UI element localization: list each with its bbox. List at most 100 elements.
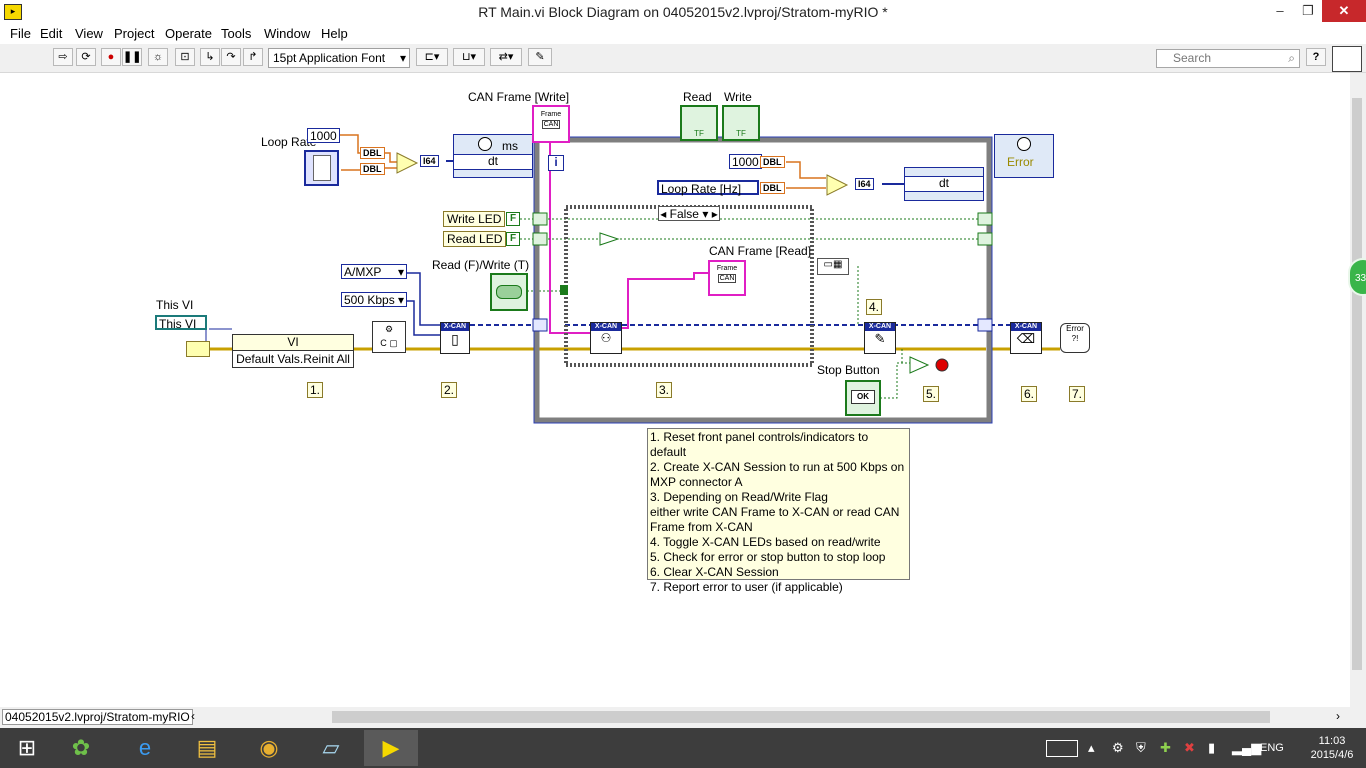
project-path: 04052015v2.lvproj/Stratom-myRIO	[2, 709, 193, 725]
step-over-icon[interactable]: ↷	[221, 48, 241, 66]
notepad-icon[interactable]: ▱	[304, 730, 358, 766]
read-led-property[interactable]: Read LED	[443, 231, 507, 247]
shift-register-right	[977, 212, 993, 226]
read-write-control[interactable]	[490, 273, 528, 311]
error-timer[interactable]: Error	[994, 134, 1054, 178]
menu-operate[interactable]: Operate	[165, 26, 212, 41]
close-button[interactable]: ✕	[1322, 0, 1366, 22]
loop-rate-hz-terminal[interactable]: Loop Rate [Hz]	[657, 180, 759, 196]
signal-icon[interactable]: ▂▄▆	[1232, 740, 1261, 756]
internet-explorer-icon[interactable]: e	[118, 730, 172, 766]
step-3: 3.	[656, 382, 672, 398]
network-error-icon[interactable]: ✖	[1184, 740, 1195, 756]
horizontal-scroll-thumb[interactable]	[332, 711, 1270, 723]
error-cluster-constant[interactable]: ⚙ C ▢	[372, 321, 406, 353]
menu-project[interactable]: Project	[114, 26, 154, 41]
bundle-node[interactable]: ▭▦	[817, 258, 849, 275]
vi-server-reference-icon[interactable]	[186, 341, 210, 357]
chrome-icon[interactable]: ◉	[242, 730, 296, 766]
stop-terminal-icon	[935, 358, 949, 372]
loop-rate-control[interactable]	[304, 150, 339, 186]
clock-icon	[1017, 137, 1031, 151]
run-arrow-icon[interactable]: ⇨	[53, 48, 73, 66]
can-frame-write-control[interactable]: Frame CAN	[532, 105, 570, 143]
rate-constant-1000[interactable]: 1000	[729, 154, 762, 169]
show-hidden-icons[interactable]: ▴	[1088, 740, 1095, 756]
block-diagram[interactable]: Loop Rate CAN Frame [Write] Read Write T…	[0, 73, 1350, 707]
vertical-scroll-thumb[interactable]	[1352, 98, 1362, 670]
dbl-conversion-c: DBL	[760, 156, 785, 168]
tray-app-icon[interactable]: ⚙	[1112, 740, 1124, 756]
keyboard-icon[interactable]	[1046, 740, 1078, 757]
toggle-icon	[496, 285, 522, 299]
case-selector[interactable]: ◂ False ▾ ▸	[658, 206, 720, 221]
dbl-conversion-a: DBL	[360, 147, 385, 159]
clock[interactable]: 11:03 2015/4/6	[1300, 734, 1364, 762]
search-input[interactable]: Search ⌕	[1156, 49, 1300, 68]
this-vi-reference[interactable]: This VI	[155, 315, 207, 331]
toolbar: ⇨ ⟳ ● ❚❚ ☼ ⊡ ↳ ↷ ↱ 15pt Application Font…	[0, 44, 1366, 73]
step-out-icon[interactable]: ↱	[243, 48, 263, 66]
pause-icon[interactable]: ❚❚	[122, 48, 142, 66]
abort-icon[interactable]: ●	[101, 48, 121, 66]
i64-conversion-b: I64	[855, 178, 874, 190]
chevron-down-icon: ▾	[397, 265, 404, 279]
wait-timer-ms[interactable]: ms dt	[453, 134, 533, 178]
menu-tools[interactable]: Tools	[221, 26, 251, 41]
can-frame-read-indicator[interactable]: Frame CAN	[708, 260, 746, 296]
language-indicator[interactable]: ENG	[1260, 742, 1284, 754]
dbl-conversion-b: DBL	[360, 163, 385, 175]
notification-badge[interactable]: 33	[1348, 258, 1366, 296]
labview-taskbar-icon[interactable]: ▶	[364, 730, 418, 766]
scroll-left-icon[interactable]: ‹	[191, 709, 195, 723]
read-indicator[interactable]: TF	[680, 105, 718, 141]
step-into-icon[interactable]: ↳	[200, 48, 220, 66]
pinwheel-app-icon[interactable]: ✿	[54, 730, 108, 766]
baud-rate-constant[interactable]: 500 Kbps ▾	[341, 292, 407, 307]
windows-start-icon[interactable]: ⊞	[0, 730, 54, 766]
write-indicator[interactable]: TF	[722, 105, 760, 141]
distribute-objects-icon[interactable]: ⊔▾	[453, 48, 485, 66]
xcan-close-session[interactable]: X-CAN ⌫	[1010, 322, 1042, 354]
menu-window[interactable]: Window	[264, 26, 310, 41]
reorder-icon[interactable]: ⇄▾	[490, 48, 522, 66]
font-select[interactable]: 15pt Application Font ▾	[268, 48, 410, 68]
vi-invoke-node[interactable]: VI Default Vals.Reinit All	[232, 334, 354, 368]
menu-view[interactable]: View	[75, 26, 103, 41]
step-6: 6.	[1021, 386, 1037, 402]
windows-taskbar: ⊞ ✿ e ▤ ◉ ▱ ▶ ▴ ⚙ ⛨ ✚ ✖ ▮ ▂▄▆ ENG 11:03 …	[0, 728, 1366, 768]
shield-icon[interactable]: ⛨	[1136, 740, 1146, 756]
simple-error-handler[interactable]: Error?!	[1060, 323, 1090, 353]
menu-edit[interactable]: Edit	[40, 26, 62, 41]
comment-label[interactable]: 1. Reset front panel controls/indicators…	[647, 428, 910, 594]
glasses-icon: ⚇	[600, 331, 612, 345]
xcan-set-leds[interactable]: X-CAN ✎	[864, 322, 896, 354]
chevron-right-icon: ▸	[711, 207, 718, 221]
mxp-connector-constant[interactable]: A/MXP ▾	[341, 264, 407, 279]
write-led-property[interactable]: Write LED	[443, 211, 506, 227]
chevron-left-icon: ◂	[660, 207, 667, 221]
write-led-false-constant[interactable]: F	[506, 212, 520, 226]
run-continuously-icon[interactable]: ⟳	[76, 48, 96, 66]
read-led-false-constant[interactable]: F	[506, 232, 520, 246]
wait-timer-dt[interactable]: dt	[904, 167, 984, 201]
stop-button-control[interactable]: OK	[845, 380, 881, 416]
align-objects-icon[interactable]: ⊏▾	[416, 48, 448, 66]
restore-button[interactable]: ❐	[1290, 0, 1326, 22]
read-label: Read	[683, 90, 712, 104]
menu-help[interactable]: Help	[321, 26, 348, 41]
file-explorer-icon[interactable]: ▤	[180, 730, 234, 766]
retain-wire-values-icon[interactable]: ⊡	[175, 48, 195, 66]
context-help-button[interactable]: ?	[1306, 48, 1326, 66]
battery-icon[interactable]: ▮	[1208, 740, 1215, 756]
highlight-execution-icon[interactable]: ☼	[148, 48, 168, 66]
xcan-read-write[interactable]: X-CAN ⚇	[590, 322, 622, 354]
scroll-right-icon[interactable]: ›	[1336, 709, 1340, 723]
clean-up-diagram-icon[interactable]: ✎	[528, 48, 552, 66]
xcan-open-session[interactable]: X-CAN ▯	[440, 322, 470, 354]
loop-rate-constant[interactable]: 1000	[307, 128, 340, 143]
update-icon[interactable]: ✚	[1160, 740, 1171, 756]
menu-file[interactable]: File	[10, 26, 31, 41]
vi-connector-icon[interactable]	[1332, 46, 1362, 72]
write-label: Write	[724, 90, 752, 104]
